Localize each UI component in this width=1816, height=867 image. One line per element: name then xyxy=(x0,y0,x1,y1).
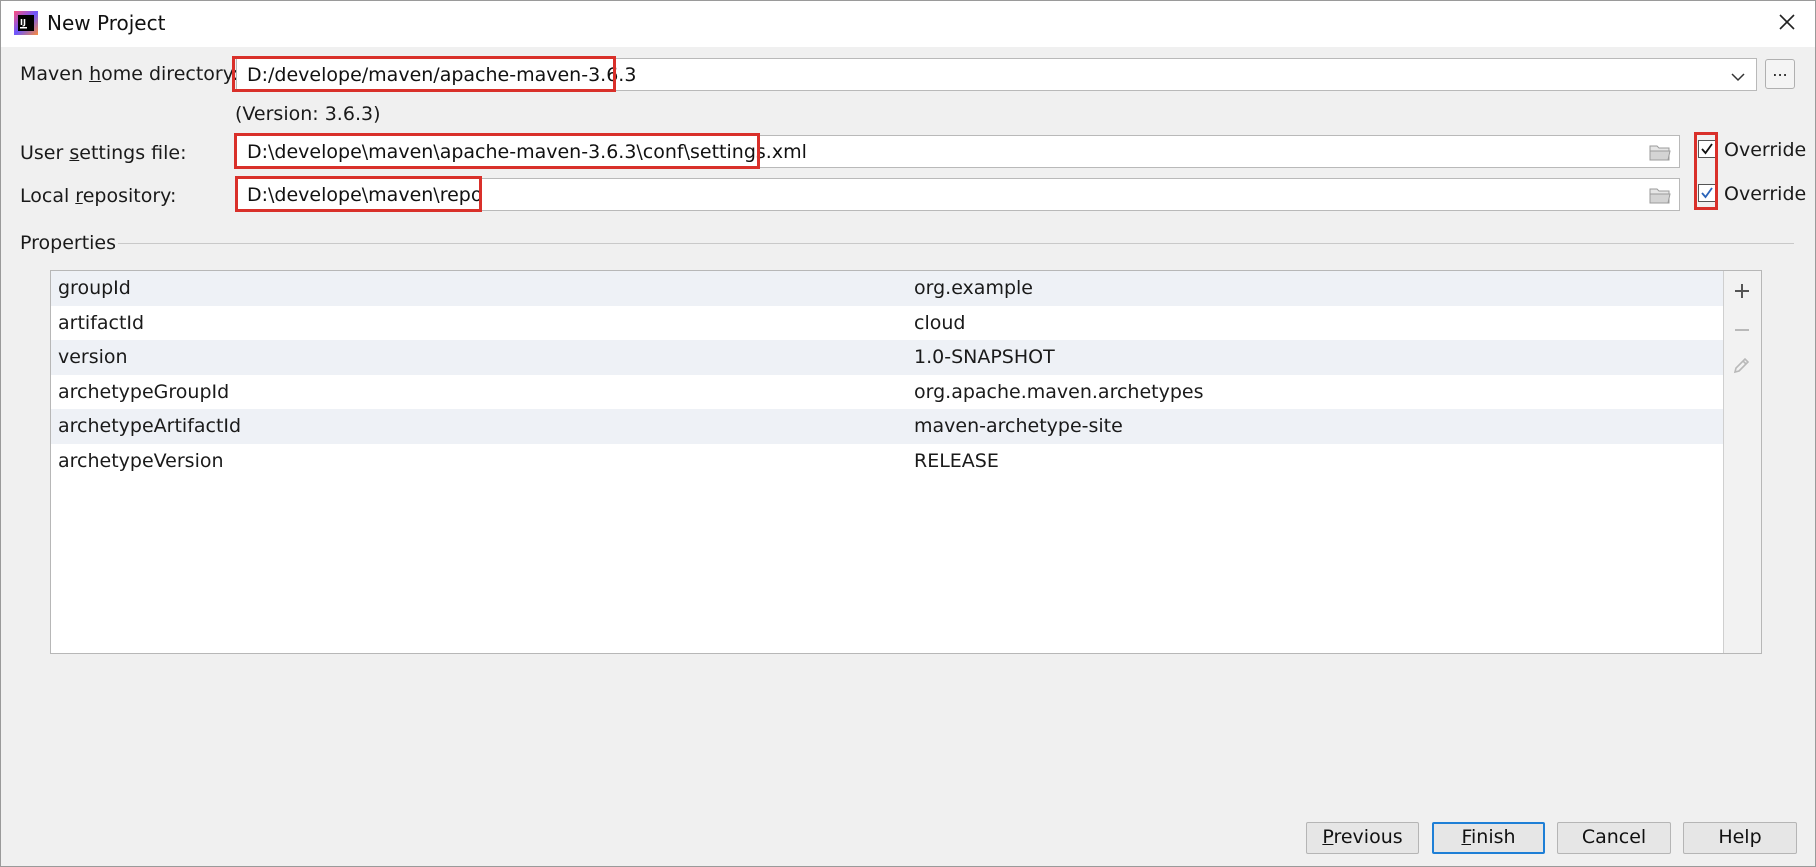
local-repo-override-label[interactable]: Override xyxy=(1724,183,1806,205)
maven-version-note: (Version: 3.6.3) xyxy=(235,103,381,125)
property-row[interactable]: archetypeGroupId org.apache.maven.archety… xyxy=(51,375,1760,410)
property-value[interactable]: org.apache.maven.archetypes xyxy=(914,381,1204,403)
previous-button[interactable]: Previous xyxy=(1306,822,1419,854)
close-button[interactable] xyxy=(1769,7,1805,41)
user-settings-field[interactable]: D:\develope\maven\apache-maven-3.6.3\con… xyxy=(236,135,1680,168)
property-key: archetypeVersion xyxy=(58,449,224,472)
property-key: artifactId xyxy=(58,311,145,334)
svg-text:IJ: IJ xyxy=(20,18,26,27)
property-key: groupId xyxy=(58,277,131,300)
properties-table[interactable]: groupId org.example artifactId cloud version… xyxy=(50,270,1762,654)
property-value[interactable]: 1.0-SNAPSHOT xyxy=(914,346,1055,368)
properties-separator xyxy=(118,243,1794,244)
title-bar: IJ New Project xyxy=(1,1,1815,47)
chevron-down-icon[interactable] xyxy=(1728,67,1748,87)
properties-toolbar xyxy=(1723,271,1761,653)
property-row[interactable]: artifactId cloud xyxy=(51,306,1760,341)
properties-title: Properties xyxy=(20,232,117,254)
maven-home-label: Maven home directory: xyxy=(20,63,239,85)
close-icon xyxy=(1778,12,1796,36)
new-project-dialog: IJ New Project Maven home directory: D:/… xyxy=(0,0,1816,867)
help-button[interactable]: Help xyxy=(1683,822,1797,854)
properties-rows: groupId org.example artifactId cloud version… xyxy=(51,271,1760,478)
maven-home-value: D:/develope/maven/apache-maven-3.6.3 xyxy=(247,63,637,86)
local-repo-label: Local repository: xyxy=(20,185,177,207)
plus-icon xyxy=(1734,280,1750,304)
property-key: archetypeArtifactId xyxy=(58,415,242,438)
local-repo-override-checkbox[interactable] xyxy=(1698,184,1716,202)
property-row[interactable]: archetypeArtifactId maven-archetype-site xyxy=(51,409,1760,444)
folder-icon[interactable] xyxy=(1649,142,1671,162)
user-settings-override-checkbox[interactable] xyxy=(1698,140,1716,158)
property-row[interactable]: archetypeVersion RELEASE xyxy=(51,444,1760,479)
edit-property-button[interactable] xyxy=(1730,355,1754,379)
property-value[interactable]: org.example xyxy=(914,277,1033,299)
minus-icon xyxy=(1734,319,1750,343)
folder-icon[interactable] xyxy=(1649,185,1671,205)
browse-maven-home-button[interactable]: ... xyxy=(1765,59,1795,89)
finish-button[interactable]: Finish xyxy=(1432,822,1545,854)
remove-property-button[interactable] xyxy=(1730,319,1754,343)
property-value[interactable]: maven-archetype-site xyxy=(914,415,1123,437)
property-key: archetypeGroupId xyxy=(58,380,230,403)
maven-home-combo[interactable]: D:/develope/maven/apache-maven-3.6.3 xyxy=(236,58,1757,91)
local-repo-value: D:\develope\maven\repo xyxy=(247,183,483,206)
window-title: New Project xyxy=(47,11,166,35)
intellij-icon: IJ xyxy=(13,10,39,36)
add-property-button[interactable] xyxy=(1730,280,1754,304)
user-settings-override-label[interactable]: Override xyxy=(1724,139,1806,161)
local-repo-field[interactable]: D:\develope\maven\repo xyxy=(236,178,1680,211)
pencil-icon xyxy=(1732,355,1752,380)
property-row[interactable]: groupId org.example xyxy=(51,271,1760,306)
cancel-button[interactable]: Cancel xyxy=(1557,822,1671,854)
property-row[interactable]: version 1.0-SNAPSHOT xyxy=(51,340,1760,375)
user-settings-label: User settings file: xyxy=(20,142,187,164)
property-value[interactable]: RELEASE xyxy=(914,450,999,472)
property-value[interactable]: cloud xyxy=(914,312,965,334)
user-settings-value: D:\develope\maven\apache-maven-3.6.3\con… xyxy=(247,140,807,163)
property-key: version xyxy=(58,346,128,369)
